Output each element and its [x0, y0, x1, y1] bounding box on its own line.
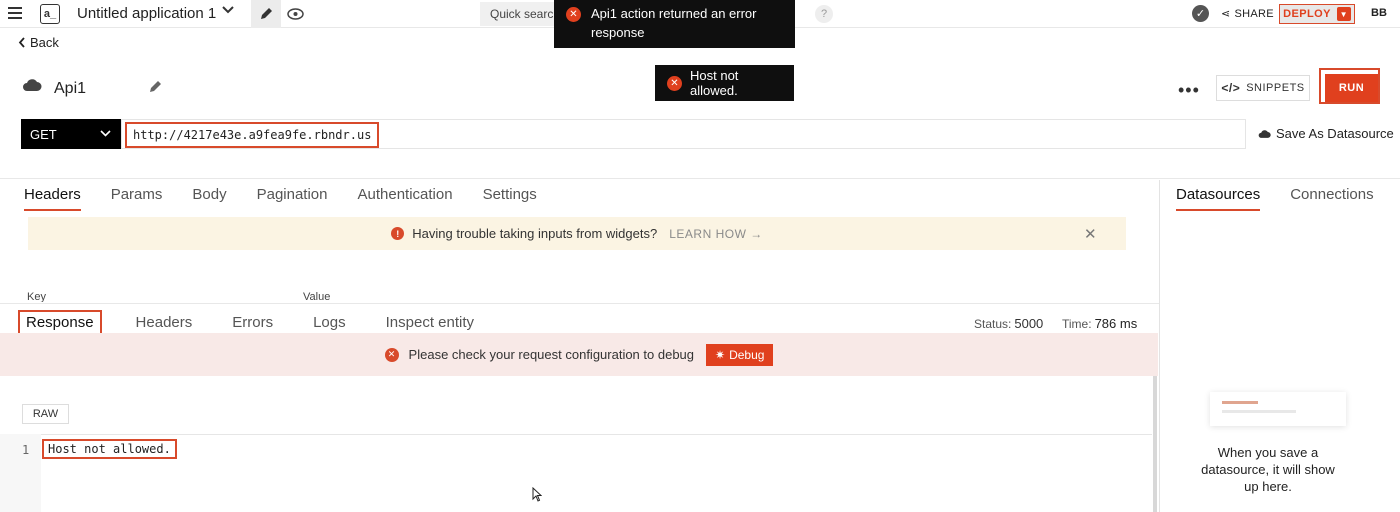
back-label: Back	[30, 35, 59, 50]
toast-message: Api1 action returned an error response	[591, 6, 757, 40]
tab-headers[interactable]: Headers	[24, 186, 81, 211]
status-value: 5000	[1014, 316, 1044, 331]
tab-params[interactable]: Params	[111, 186, 163, 211]
key-column-header: Key	[27, 291, 46, 302]
debug-label: Debug	[729, 347, 765, 362]
method-value: GET	[30, 126, 57, 142]
url-value[interactable]: http://4217e43e.a9fea9fe.rbndr.us	[125, 122, 380, 148]
error-banner-text: Please check your request configuration …	[408, 347, 695, 362]
run-button[interactable]: RUN	[1325, 74, 1378, 102]
empty-state-text: When you save a datasource, it will show…	[1201, 445, 1335, 494]
view-mode-button[interactable]	[285, 4, 305, 24]
tab-logs[interactable]: Logs	[307, 312, 352, 333]
tab-response-headers[interactable]: Headers	[130, 312, 199, 333]
back-link[interactable]: Back	[18, 35, 59, 50]
share-icon: ⋖	[1221, 8, 1231, 20]
mouse-cursor-icon	[532, 486, 543, 505]
debug-button[interactable]: ✷ Debug	[706, 343, 774, 366]
tab-body[interactable]: Body	[192, 186, 226, 211]
chevron-down-icon[interactable]	[222, 6, 234, 14]
close-icon[interactable]: ✕	[1084, 225, 1097, 243]
cloud-icon	[22, 78, 42, 92]
edit-name-icon[interactable]	[148, 80, 162, 97]
divider	[0, 303, 1159, 304]
empty-state-illustration	[1210, 392, 1346, 426]
save-as-datasource-button[interactable]: Save As Datasource	[1258, 126, 1394, 141]
save-datasource-label: Save As Datasource	[1276, 126, 1394, 141]
avatar[interactable]: BB	[1371, 7, 1387, 19]
deploy-label: DEPLOY	[1283, 8, 1331, 20]
response-tabs: Response Headers Errors Logs Inspect ent…	[18, 310, 508, 335]
menu-icon[interactable]	[8, 7, 22, 19]
tab-datasources[interactable]: Datasources	[1176, 186, 1261, 211]
banner-text: Having trouble taking inputs from widget…	[412, 226, 658, 241]
panel-divider	[1159, 180, 1160, 512]
cloud-save-icon	[1258, 129, 1271, 138]
error-icon: ✕	[667, 75, 682, 91]
response-body: Host not allowed.	[42, 439, 177, 459]
chevron-down-icon	[100, 128, 111, 140]
snippets-label: SNIPPETS	[1246, 82, 1305, 94]
learn-how-link[interactable]: LEARN HOW →	[669, 227, 763, 241]
error-icon: ✕	[384, 347, 399, 362]
tab-pagination[interactable]: Pagination	[257, 186, 328, 211]
more-options-icon[interactable]: •••	[1178, 80, 1200, 101]
tab-inspect-entity[interactable]: Inspect entity	[380, 312, 480, 333]
eye-icon	[286, 8, 304, 20]
snippets-button[interactable]: </> SNIPPETS	[1216, 75, 1310, 101]
tab-errors[interactable]: Errors	[226, 312, 279, 333]
chevron-down-icon[interactable]: ▼	[1336, 7, 1351, 21]
share-label: SHARE	[1234, 7, 1274, 20]
api-name[interactable]: Api1	[54, 80, 86, 98]
error-banner: ✕ Please check your request configuratio…	[0, 333, 1158, 376]
chevron-left-icon	[18, 37, 25, 48]
error-icon: ✕	[566, 7, 581, 22]
error-toast: ✕ Api1 action returned an error response	[554, 0, 795, 48]
app-title[interactable]: Untitled application 1	[77, 5, 216, 22]
scrollbar[interactable]	[1153, 376, 1157, 512]
divider	[0, 178, 1400, 179]
status-readout: Status: 5000	[974, 316, 1044, 331]
pencil-icon	[261, 8, 272, 19]
saved-check-icon: ✓	[1192, 5, 1209, 22]
time-readout: Time: 786 ms	[1062, 316, 1138, 331]
request-tabs: Headers Params Body Pagination Authentic…	[24, 186, 537, 211]
tab-authentication[interactable]: Authentication	[358, 186, 453, 211]
deploy-button[interactable]: DEPLOY ▼	[1279, 4, 1355, 24]
edit-mode-button[interactable]	[251, 0, 281, 28]
help-icon[interactable]: ?	[815, 5, 833, 23]
http-method-select[interactable]: GET	[21, 119, 121, 149]
warning-icon: !	[391, 227, 405, 240]
value-column-header: Value	[303, 291, 331, 302]
app-logo[interactable]: a_	[40, 4, 60, 24]
tab-settings[interactable]: Settings	[483, 186, 537, 211]
right-panel-tabs: Datasources Connections	[1176, 186, 1374, 211]
toast-message: Host not allowed.	[690, 68, 739, 98]
error-toast: ✕ Host not allowed.	[655, 65, 794, 101]
time-value: 786 ms	[1094, 316, 1138, 331]
code-icon: </>	[1221, 81, 1241, 95]
line-gutter	[0, 434, 41, 512]
share-button[interactable]: ⋖ SHARE	[1221, 7, 1274, 21]
tab-connections[interactable]: Connections	[1290, 186, 1373, 211]
tab-response[interactable]: Response	[18, 310, 102, 335]
bug-icon: ✷	[715, 347, 726, 362]
raw-format-button[interactable]: RAW	[22, 404, 69, 424]
info-banner: ! Having trouble taking inputs from widg…	[28, 217, 1126, 250]
line-number: 1	[22, 443, 30, 457]
